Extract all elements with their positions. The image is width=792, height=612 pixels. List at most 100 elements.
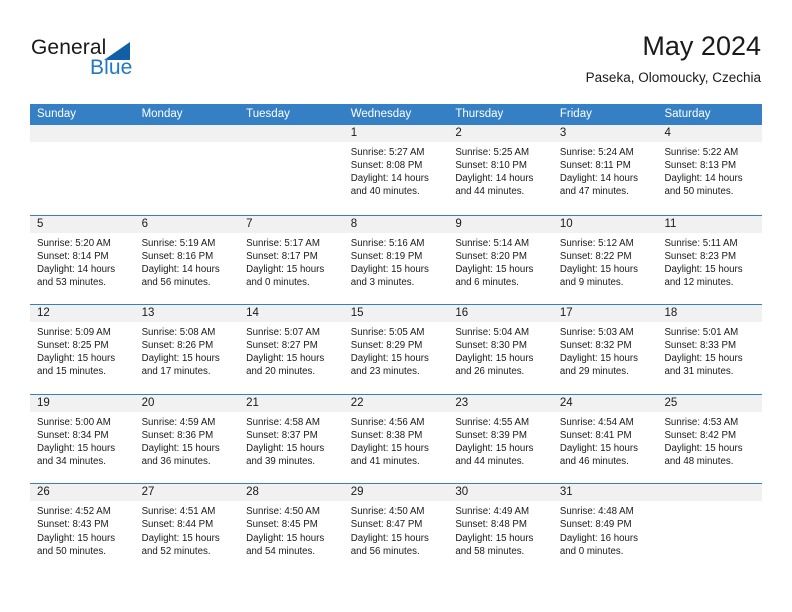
logo-text-blue: Blue: [90, 56, 133, 79]
day-number: 16: [448, 305, 553, 323]
day-detail-sunrise: Sunrise: 4:52 AM: [37, 506, 111, 518]
calendar-day-cell[interactable]: 30 Sunrise: 4:49 AM Sunset: 8:48 PM Dayligh…: [448, 484, 553, 573]
day-detail-sunrise: Sunrise: 4:51 AM: [141, 506, 216, 518]
day-detail-daylight2: and 0 minutes.: [246, 276, 310, 288]
day-detail-sunset: Sunset: 8:38 PM: [350, 429, 423, 441]
day-detail-sunset: Sunset: 8:45 PM: [246, 519, 318, 531]
day-detail-daylight2: and 3 minutes.: [350, 276, 415, 288]
day-details: Sunrise: 5:05 AM Sunset: 8:29 PM Daylight:…: [344, 322, 449, 378]
day-details: Sunrise: 5:27 AM Sunset: 8:08 PM Daylight:…: [344, 142, 449, 198]
weekday-header-friday: Friday: [559, 108, 592, 120]
calendar-day-cell[interactable]: 12 Sunrise: 5:09 AM Sunset: 8:25 PM Dayligh…: [30, 305, 135, 394]
day-number: 6: [134, 215, 240, 233]
calendar-day-cell[interactable]: 1 Sunrise: 5:27 AM Sunset: 8:08 PM Daylight…: [343, 125, 449, 215]
day-detail-daylight2: and 54 minutes.: [246, 545, 316, 557]
day-details: Sunrise: 5:04 AM Sunset: 8:30 PM Daylight:…: [448, 322, 553, 378]
calendar-day-cell[interactable]: 23 Sunrise: 4:55 AM Sunset: 8:39 PM Dayligh…: [448, 394, 553, 484]
calendar-day-cell[interactable]: 9 Sunrise: 5:14 AM Sunset: 8:20 PM Daylight…: [448, 215, 553, 305]
calendar-day-cell[interactable]: 28 Sunrise: 4:50 AM Sunset: 8:45 PM Dayligh…: [239, 484, 344, 573]
day-details: Sunrise: 5:09 AM Sunset: 8:25 PM Daylight:…: [30, 322, 135, 378]
day-details: Sunrise: 4:50 AM Sunset: 8:47 PM Daylight:…: [344, 501, 449, 557]
calendar-day-cell[interactable]: 18 Sunrise: 5:01 AM Sunset: 8:33 PM Dayligh…: [657, 305, 763, 394]
day-details: Sunrise: 5:07 AM Sunset: 8:27 PM Daylight:…: [239, 322, 344, 378]
day-detail-sunset: Sunset: 8:36 PM: [141, 429, 214, 441]
day-number: [134, 125, 240, 142]
day-detail-sunset: Sunset: 8:43 PM: [37, 519, 109, 531]
calendar-day-cell[interactable]: 7 Sunrise: 5:17 AM Sunset: 8:17 PM Daylight…: [239, 215, 344, 305]
calendar-day-cell-empty: [30, 125, 135, 215]
calendar-day-cell[interactable]: 2 Sunrise: 5:25 AM Sunset: 8:10 PM Daylight…: [448, 125, 553, 215]
calendar-day-cell[interactable]: 11 Sunrise: 5:11 AM Sunset: 8:23 PM Dayligh…: [657, 215, 763, 305]
calendar-day-cell[interactable]: 20 Sunrise: 4:59 AM Sunset: 8:36 PM Dayligh…: [134, 394, 240, 484]
calendar-day-cell[interactable]: 22 Sunrise: 4:56 AM Sunset: 8:38 PM Dayligh…: [343, 394, 449, 484]
calendar-day-cell[interactable]: 15 Sunrise: 5:05 AM Sunset: 8:29 PM Dayligh…: [343, 305, 449, 394]
day-detail-sunrise: Sunrise: 4:56 AM: [350, 416, 425, 428]
calendar-day-cell[interactable]: 5 Sunrise: 5:20 AM Sunset: 8:14 PM Daylight…: [30, 215, 135, 305]
calendar-day-cell[interactable]: 27 Sunrise: 4:51 AM Sunset: 8:44 PM Dayligh…: [134, 484, 240, 573]
calendar-week-row: 12 Sunrise: 5:09 AM Sunset: 8:25 PM Dayligh…: [30, 304, 763, 394]
day-details: Sunrise: 4:59 AM Sunset: 8:36 PM Daylight:…: [135, 412, 240, 468]
calendar-day-cell[interactable]: 4 Sunrise: 5:22 AM Sunset: 8:13 PM Daylight…: [657, 125, 763, 215]
day-detail-sunset: Sunset: 8:42 PM: [664, 429, 737, 441]
calendar-day-cell[interactable]: 26 Sunrise: 4:52 AM Sunset: 8:43 PM Dayligh…: [30, 484, 135, 573]
day-detail-sunrise: Sunrise: 5:05 AM: [350, 327, 425, 339]
calendar-day-cell[interactable]: 3 Sunrise: 5:24 AM Sunset: 8:11 PM Daylight…: [552, 125, 658, 215]
calendar-day-cell[interactable]: 31 Sunrise: 4:48 AM Sunset: 8:49 PM Dayligh…: [552, 484, 658, 573]
calendar-day-cell[interactable]: 10 Sunrise: 5:12 AM Sunset: 8:22 PM Dayligh…: [552, 215, 658, 305]
calendar-day-cell[interactable]: 21 Sunrise: 4:58 AM Sunset: 8:37 PM Dayligh…: [239, 394, 344, 484]
weekday-header-thursday: Thursday: [455, 108, 504, 120]
general-blue-logo[interactable]: General Blue: [31, 36, 231, 88]
day-details: Sunrise: 4:49 AM Sunset: 8:48 PM Daylight:…: [448, 501, 553, 557]
day-detail-sunrise: Sunrise: 5:04 AM: [455, 327, 530, 339]
day-detail-sunrise: Sunrise: 4:50 AM: [350, 506, 425, 518]
day-detail-sunrise: Sunrise: 4:50 AM: [246, 506, 320, 518]
day-detail-daylight2: and 6 minutes.: [455, 276, 519, 288]
day-detail-daylight1: Daylight: 15 hours: [455, 353, 534, 365]
day-detail-daylight2: and 41 minutes.: [350, 456, 420, 468]
day-detail-sunset: Sunset: 8:16 PM: [141, 250, 214, 262]
day-detail-sunrise: Sunrise: 5:24 AM: [559, 147, 634, 158]
calendar-day-cell[interactable]: 14 Sunrise: 5:07 AM Sunset: 8:27 PM Dayligh…: [239, 305, 344, 394]
day-detail-daylight1: Daylight: 15 hours: [246, 263, 325, 275]
day-detail-daylight2: and 9 minutes.: [559, 276, 624, 288]
day-detail-daylight1: Daylight: 15 hours: [246, 353, 325, 365]
calendar-day-cell[interactable]: 17 Sunrise: 5:03 AM Sunset: 8:32 PM Dayligh…: [552, 305, 658, 394]
day-detail-daylight1: Daylight: 15 hours: [455, 442, 534, 454]
day-detail-daylight1: Daylight: 15 hours: [455, 532, 534, 544]
day-detail-daylight2: and 52 minutes.: [141, 545, 211, 557]
calendar-day-cell[interactable]: 16 Sunrise: 5:04 AM Sunset: 8:30 PM Dayligh…: [448, 305, 553, 394]
day-detail-sunrise: Sunrise: 5:03 AM: [559, 327, 634, 339]
day-detail-sunset: Sunset: 8:34 PM: [37, 429, 109, 441]
calendar-weeks: 1 Sunrise: 5:27 AM Sunset: 8:08 PM Daylight…: [30, 125, 763, 573]
day-detail-daylight2: and 44 minutes.: [455, 456, 525, 468]
calendar-day-cell[interactable]: 29 Sunrise: 4:50 AM Sunset: 8:47 PM Dayligh…: [343, 484, 449, 573]
day-detail-daylight1: Daylight: 15 hours: [350, 263, 429, 275]
calendar-day-cell[interactable]: 25 Sunrise: 4:53 AM Sunset: 8:42 PM Dayligh…: [657, 394, 763, 484]
day-detail-sunset: Sunset: 8:11 PM: [559, 160, 631, 172]
day-detail-daylight1: Daylight: 15 hours: [37, 442, 116, 454]
day-detail-daylight2: and 53 minutes.: [37, 276, 106, 288]
day-detail-daylight1: Daylight: 15 hours: [350, 532, 429, 544]
day-details: Sunrise: 5:24 AM Sunset: 8:11 PM Daylight:…: [553, 142, 658, 198]
calendar-grid: Sunday Monday Tuesday Wednesday Thursday…: [30, 104, 763, 573]
weekday-header-saturday: Saturday: [664, 108, 711, 120]
calendar-day-cell[interactable]: 6 Sunrise: 5:19 AM Sunset: 8:16 PM Daylight…: [134, 215, 240, 305]
calendar-day-cell[interactable]: 19 Sunrise: 5:00 AM Sunset: 8:34 PM Dayligh…: [30, 394, 135, 484]
day-details: Sunrise: 5:00 AM Sunset: 8:34 PM Daylight:…: [30, 412, 135, 468]
calendar-day-cell[interactable]: 24 Sunrise: 4:54 AM Sunset: 8:41 PM Dayligh…: [552, 394, 658, 484]
day-detail-daylight2: and 29 minutes.: [559, 366, 629, 378]
day-detail-sunset: Sunset: 8:47 PM: [350, 519, 423, 531]
day-detail-daylight2: and 50 minutes.: [664, 186, 734, 198]
calendar-day-cell-empty: [239, 125, 344, 215]
day-number: 24: [552, 394, 658, 412]
day-detail-daylight1: Daylight: 15 hours: [559, 353, 638, 365]
weekday-header-wednesday: Wednesday: [350, 108, 412, 120]
day-detail-sunset: Sunset: 8:26 PM: [141, 340, 214, 352]
calendar-day-cell[interactable]: 13 Sunrise: 5:08 AM Sunset: 8:26 PM Dayligh…: [134, 305, 240, 394]
day-details: Sunrise: 5:14 AM Sunset: 8:20 PM Daylight:…: [448, 233, 553, 289]
day-details: Sunrise: 5:08 AM Sunset: 8:26 PM Daylight:…: [135, 322, 240, 378]
day-detail-daylight1: Daylight: 15 hours: [455, 263, 534, 275]
calendar-day-cell[interactable]: 8 Sunrise: 5:16 AM Sunset: 8:19 PM Daylight…: [343, 215, 449, 305]
day-number: 11: [657, 215, 763, 233]
day-detail-sunrise: Sunrise: 5:16 AM: [350, 237, 425, 249]
